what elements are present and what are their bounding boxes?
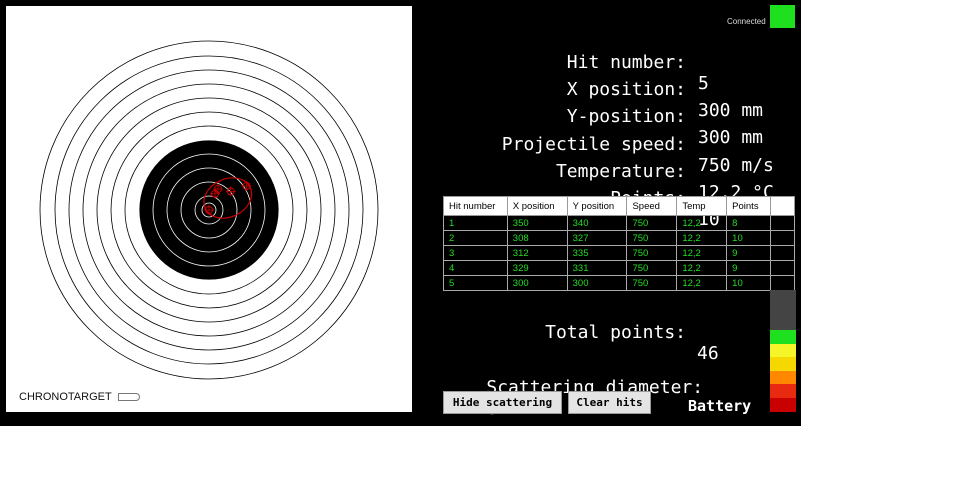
table-cell: 312 — [506, 245, 568, 261]
table-cell: 750 — [626, 215, 678, 231]
table-cell: 300 — [506, 275, 568, 291]
table-cell: 9 — [726, 260, 772, 276]
table-cell: 340 — [566, 215, 628, 231]
table-cell: 12,2 — [676, 275, 728, 291]
column-header — [770, 196, 795, 216]
table-cell: 4 — [443, 260, 508, 276]
table-header-row: Hit number X position Y position Speed T… — [443, 196, 795, 216]
column-header: Hit number — [443, 196, 508, 216]
temperature-row: Temperature: 12,2 °C — [420, 140, 800, 203]
table-cell: 8 — [726, 215, 772, 231]
battery-segment — [770, 330, 796, 344]
table-cell: 335 — [566, 245, 628, 261]
brand: CHRONOTARGET — [19, 391, 140, 403]
x-position-row: X position: 300 mm — [420, 58, 800, 121]
column-header: Y position — [566, 196, 628, 216]
bullet-icon — [117, 393, 140, 401]
table-cell: 750 — [626, 260, 678, 276]
app-window: CHRONOTARGET Connected Hit number: 5 X p… — [0, 0, 801, 426]
table-cell: 327 — [566, 230, 628, 246]
battery-segment — [770, 304, 796, 317]
table-cell: 12,2 — [676, 230, 728, 246]
battery-segment — [770, 384, 796, 398]
table-cell — [770, 215, 795, 231]
column-header: X position — [506, 196, 568, 216]
table-row[interactable]: 1 350 340 750 12,2 8 — [443, 215, 795, 231]
table-row[interactable]: 3 312 335 750 12,2 9 — [443, 245, 795, 261]
table-row[interactable]: 4 329 331 750 12,2 9 — [443, 260, 795, 276]
table-cell: 308 — [506, 230, 568, 246]
table-cell — [770, 260, 795, 276]
total-points-label: Total points: — [545, 322, 686, 343]
table-cell: 750 — [626, 275, 678, 291]
target-panel: CHRONOTARGET — [6, 6, 412, 412]
battery-segment — [770, 398, 796, 412]
table-cell: 1 — [443, 215, 508, 231]
target-svg — [39, 40, 379, 380]
table-cell: 750 — [626, 230, 678, 246]
column-header: Speed — [626, 196, 678, 216]
column-header: Temp — [676, 196, 728, 216]
y-position-row: Y-position: 300 mm — [420, 85, 800, 148]
speed-row: Projectile speed: 750 m/s — [420, 113, 800, 176]
table-row[interactable]: 2 308 327 750 12,2 10 — [443, 230, 795, 246]
table-cell: 9 — [726, 245, 772, 261]
scattering-row: Scattering diameter: 64 mm — [443, 356, 703, 419]
table-cell: 12,2 — [676, 215, 728, 231]
table-cell: 329 — [506, 260, 568, 276]
table-cell: 3 — [443, 245, 508, 261]
table-row[interactable]: 5 300 300 750 12,2 10 — [443, 275, 795, 291]
table-cell — [770, 230, 795, 246]
battery-segment — [770, 290, 796, 304]
table-cell: 750 — [626, 245, 678, 261]
table-cell: 350 — [506, 215, 568, 231]
hit-number-row: Hit number: 5 — [420, 31, 800, 94]
table-cell: 2 — [443, 230, 508, 246]
hits-table: Hit number X position Y position Speed T… — [443, 196, 795, 291]
table-cell — [770, 275, 795, 291]
table-cell: 12,2 — [676, 245, 728, 261]
battery-segment — [770, 357, 796, 371]
column-header: Points — [726, 196, 772, 216]
battery-segment — [770, 371, 796, 384]
table-cell: 5 — [443, 275, 508, 291]
battery-segment — [770, 344, 796, 357]
brand-name: CHRONOTARGET — [19, 391, 112, 403]
connection-indicator — [770, 5, 795, 28]
table-cell: 12,2 — [676, 260, 728, 276]
points-row: Points: 10 — [420, 167, 800, 230]
table-cell: 10 — [726, 230, 772, 246]
battery-segment — [770, 317, 796, 330]
connection-label: Connected — [727, 17, 766, 26]
table-cell: 300 — [566, 275, 628, 291]
clear-hits-button[interactable]: Clear hits — [568, 391, 651, 414]
table-cell: 331 — [566, 260, 628, 276]
total-points-row: Total points: 46 — [420, 301, 800, 364]
battery-label: Battery — [688, 397, 752, 415]
hide-scattering-button[interactable]: Hide scattering — [443, 391, 562, 414]
table-cell — [770, 245, 795, 261]
table-cell: 10 — [726, 275, 772, 291]
